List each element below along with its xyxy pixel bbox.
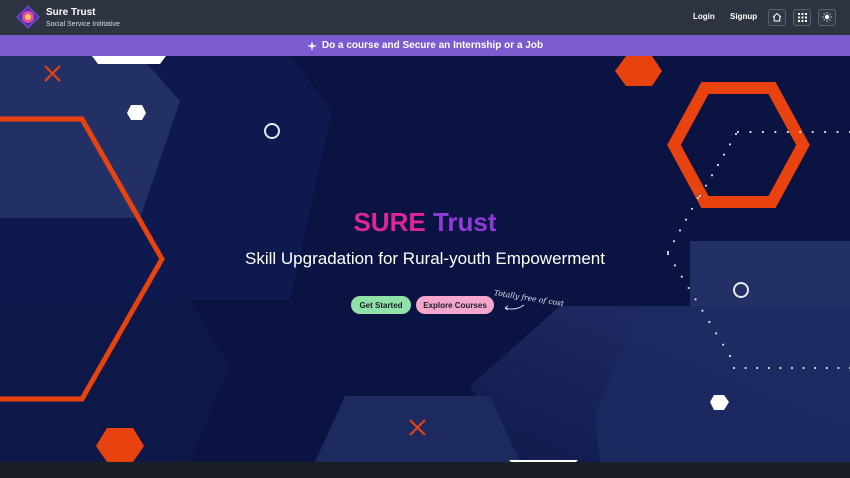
hero-content: SURE Trust Skill Upgradation for Rural-y… — [0, 56, 850, 462]
sun-icon — [822, 9, 832, 27]
navbar: Sure Trust Social Service Inititative Lo… — [0, 0, 850, 35]
theme-toggle-button[interactable] — [818, 9, 836, 26]
hero-subtitle: Skill Upgradation for Rural-youth Empowe… — [245, 249, 605, 268]
explore-courses-button[interactable]: Explore Courses — [416, 296, 494, 314]
logo-icon[interactable] — [16, 5, 40, 29]
brand[interactable]: Sure Trust Social Service Inititative — [46, 7, 120, 30]
promo-banner[interactable]: Do a course and Secure an Internship or … — [0, 35, 850, 56]
brand-subtitle: Social Service Inititative — [46, 21, 120, 28]
grid-button[interactable] — [793, 9, 811, 26]
signup-link[interactable]: Signup — [730, 12, 757, 21]
brand-title: Sure Trust — [46, 7, 96, 18]
sparkle-icon — [306, 40, 317, 51]
curved-arrow-icon — [502, 299, 526, 317]
login-link[interactable]: Login — [693, 12, 715, 21]
footer-strip — [0, 462, 850, 478]
hero-title: SURE Trust — [0, 207, 850, 237]
hero-section: SURE Trust Skill Upgradation for Rural-y… — [0, 56, 850, 462]
hero-title-sure: SURE — [353, 207, 426, 237]
get-started-button[interactable]: Get Started — [351, 296, 411, 314]
banner-text: Do a course and Secure an Internship or … — [321, 40, 544, 51]
grid-icon — [797, 9, 807, 27]
home-button[interactable] — [768, 9, 786, 26]
home-icon — [772, 9, 782, 27]
hero-title-trust: Trust — [432, 207, 497, 237]
